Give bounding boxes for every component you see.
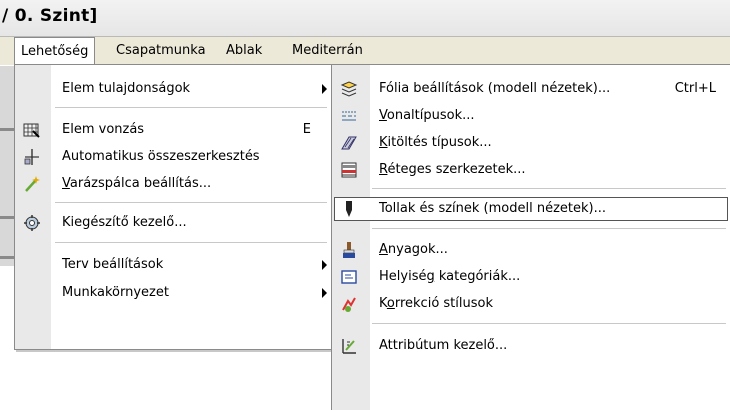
menu-item-munkakornyezet[interactable]: Munkakörnyezet — [15, 280, 331, 306]
menu-item-reteges-szerkezetek[interactable]: Réteges szerkezetek... — [332, 157, 730, 183]
menu-item-label: Kiegészítő kezelő... — [62, 215, 187, 230]
menu-separator — [55, 242, 327, 243]
menu-item-attributum-kezelo[interactable]: Attribútum kezelő... — [332, 333, 730, 359]
submenu-arrow-icon — [322, 288, 327, 298]
auto-join-icon — [23, 148, 41, 166]
menu-item-varazspalca-beallitas[interactable]: Varázspálca beállítás... — [15, 171, 331, 197]
menu-item-label: Anyagok... — [379, 242, 448, 257]
submenu-arrow-icon — [322, 84, 327, 94]
menu-item-kiegeszito-kezelo[interactable]: Kiegészítő kezelő... — [15, 210, 331, 236]
menu-item-korrekcio-stilusok[interactable]: Korrekció stílusok — [332, 291, 730, 317]
menu-item-label: Elem vonzás — [62, 122, 145, 137]
markup-styles-icon — [340, 295, 358, 313]
composites-icon — [340, 161, 358, 179]
materials-brush-icon — [340, 241, 358, 259]
menu-item-label: Terv beállítások — [62, 257, 164, 272]
dropdown-lehetoseg: Elem tulajdonságok Elem vonzás E Automat… — [14, 64, 332, 350]
menu-item-elem-vonzas[interactable]: Elem vonzás E — [15, 117, 331, 143]
menu-item-automatikus-osszeszerkesztes[interactable]: Automatikus összeszerkesztés — [15, 144, 331, 170]
window-title: / 0. Szint] — [2, 6, 98, 26]
magic-wand-icon — [23, 175, 41, 193]
menu-item-tollak-es-szinek[interactable]: Tollak és színek (modell nézetek)... — [332, 196, 730, 222]
menu-item-elem-tulajdonsagok[interactable]: Elem tulajdonságok — [15, 76, 331, 102]
menu-item-label: Tollak és színek (modell nézetek)... — [379, 201, 606, 216]
menu-item-label: Automatikus összeszerkesztés — [62, 149, 260, 164]
menu-lehetoseg[interactable]: Lehetőség — [14, 37, 96, 65]
fill-types-icon — [340, 134, 358, 152]
menu-icon-gutter — [15, 65, 51, 349]
pen-icon — [340, 200, 358, 218]
menu-item-label: Korrekció stílusok — [379, 296, 493, 311]
menu-item-anyagok[interactable]: Anyagok... — [332, 237, 730, 263]
menu-item-terv-beallitasok[interactable]: Terv beállítások — [15, 252, 331, 278]
menu-separator — [55, 107, 327, 108]
menu-item-label: Kitöltés típusok... — [379, 135, 492, 150]
menu-item-label: Helyiség kategóriák... — [379, 269, 521, 284]
menu-item-label: Elem tulajdonságok — [62, 81, 191, 96]
attribute-manager-icon — [340, 337, 358, 355]
menu-item-helyiseg-kategoriak[interactable]: Helyiség kategóriák... — [332, 264, 730, 290]
menu-item-shortcut: Ctrl+L — [674, 81, 716, 96]
menu-item-label: Vonaltípusok... — [379, 108, 475, 123]
menu-separator — [372, 228, 726, 229]
line-types-icon — [340, 107, 358, 125]
menu-item-shortcut: E — [302, 122, 311, 137]
menu-ablak[interactable]: Ablak — [220, 37, 268, 65]
menu-item-label: Munkakörnyezet — [62, 285, 169, 300]
menu-item-kitoltes-tipusok[interactable]: Kitöltés típusok... — [332, 130, 730, 156]
menu-separator — [55, 202, 327, 203]
menu-item-label: Réteges szerkezetek... — [379, 162, 526, 177]
addon-manager-icon — [23, 214, 41, 232]
menu-separator — [372, 323, 726, 324]
menu-item-label: Attribútum kezelő... — [379, 338, 508, 353]
menu-item-label: Fólia beállítások (modell nézetek)... — [379, 81, 611, 96]
menu-item-label: Varázspálca beállítás... — [62, 176, 212, 191]
layers-icon — [340, 80, 358, 98]
submenu-elem-tulajdonsagok: Fólia beállítások (modell nézetek)... Ct… — [331, 64, 730, 410]
menu-mediterran[interactable]: Mediterrán — [286, 37, 369, 65]
menu-bar: Lehetőség Csapatmunka Ablak Mediterrán — [0, 37, 730, 65]
menu-separator — [372, 188, 726, 189]
menu-item-folia-beallitasok[interactable]: Fólia beállítások (modell nézetek)... Ct… — [332, 76, 730, 102]
magnet-grid-icon — [23, 121, 41, 139]
menu-csapatmunka[interactable]: Csapatmunka — [110, 37, 212, 65]
menu-item-vonaltipusok[interactable]: Vonaltípusok... — [332, 103, 730, 129]
submenu-arrow-icon — [322, 260, 327, 270]
title-bar: / 0. Szint] — [0, 0, 730, 37]
zone-categories-icon — [340, 268, 358, 286]
